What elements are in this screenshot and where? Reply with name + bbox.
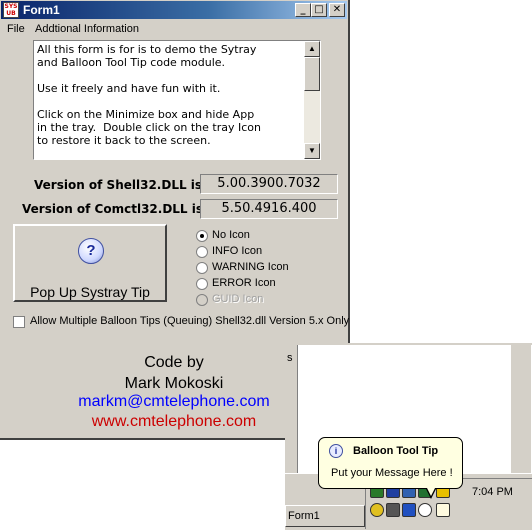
balloon-tail-fill	[426, 486, 436, 496]
maximize-button[interactable]: □	[311, 3, 327, 17]
shell32-version-label: Version of Shell32.DLL is	[34, 178, 203, 192]
app-icon[interactable]: SYS UB	[3, 2, 19, 18]
minimize-button[interactable]: _	[295, 3, 311, 17]
tray-balloon-app-icon[interactable]	[436, 503, 450, 517]
allow-multiple-label[interactable]: Allow Multiple Balloon Tips (Queuing) Sh…	[30, 315, 349, 327]
maximize-icon: □	[314, 4, 324, 15]
radio-button[interactable]	[196, 246, 208, 258]
minimize-icon: _	[300, 4, 306, 15]
radio-button[interactable]	[196, 262, 208, 274]
tray-clock-icon[interactable]	[418, 503, 432, 517]
radio-label: INFO Icon	[212, 245, 263, 257]
popup-button-label: Pop Up Systray Tip	[30, 284, 150, 300]
close-icon: ✕	[332, 4, 342, 15]
background-window-scrollbar[interactable]	[510, 345, 531, 473]
background-window-text: s	[287, 352, 293, 364]
comctl32-version-value: 5.50.4916.400	[200, 199, 338, 219]
taskbar-clock[interactable]: 7:04 PM	[472, 486, 513, 498]
arrow-down-icon: ▼	[308, 146, 316, 155]
radio-label: WARNING Icon	[212, 261, 289, 273]
info-paragraph-1: All this form is for is to demo the Sytr…	[37, 43, 257, 69]
vertical-scrollbar[interactable]: ▲ ▼	[304, 41, 320, 159]
taskbar-button-form1[interactable]: Form1	[285, 505, 365, 527]
popup-systray-tip-button[interactable]: ? Pop Up Systray Tip	[13, 224, 167, 302]
balloon-title: Balloon Tool Tip	[353, 445, 439, 457]
comctl32-version-label: Version of Comctl32.DLL is	[22, 202, 204, 216]
tray-printer-icon[interactable]	[386, 503, 400, 517]
tray-app-icon[interactable]	[402, 503, 416, 517]
close-button[interactable]: ✕	[329, 3, 345, 17]
balloon-tooltip[interactable]: i Balloon Tool Tip Put your Message Here…	[318, 437, 463, 489]
shell32-version-value: 5.00.3900.7032	[200, 174, 338, 194]
menu-file[interactable]: File	[7, 23, 25, 35]
window-title: Form1	[23, 3, 60, 17]
radio-button-disabled	[196, 294, 208, 306]
radio-button-selected[interactable]	[196, 230, 208, 242]
question-icon: ?	[78, 238, 104, 264]
radio-label: GUID Icon	[212, 293, 264, 305]
balloon-message: Put your Message Here !	[331, 467, 453, 479]
arrow-up-icon: ▲	[308, 44, 316, 53]
radio-label: No Icon	[212, 229, 250, 241]
scroll-down-button[interactable]: ▼	[304, 143, 320, 159]
tray-yellow-icon[interactable]	[370, 503, 384, 517]
info-icon: i	[329, 444, 343, 458]
info-paragraph-2: Use it freely and have fun with it.	[37, 82, 221, 95]
allow-multiple-checkbox[interactable]	[13, 316, 25, 328]
scroll-up-button[interactable]: ▲	[304, 41, 320, 57]
title-bar[interactable]: SYS UB Form1 _ □ ✕	[1, 1, 347, 19]
radio-label: ERROR Icon	[212, 277, 276, 289]
menu-additional-information[interactable]: Addtional Information	[35, 23, 139, 35]
radio-button[interactable]	[196, 278, 208, 290]
info-textbox[interactable]: All this form is for is to demo the Sytr…	[33, 40, 321, 160]
info-paragraph-3: Click on the Minimize box and hide App i…	[37, 108, 261, 147]
scroll-thumb[interactable]	[304, 57, 320, 91]
